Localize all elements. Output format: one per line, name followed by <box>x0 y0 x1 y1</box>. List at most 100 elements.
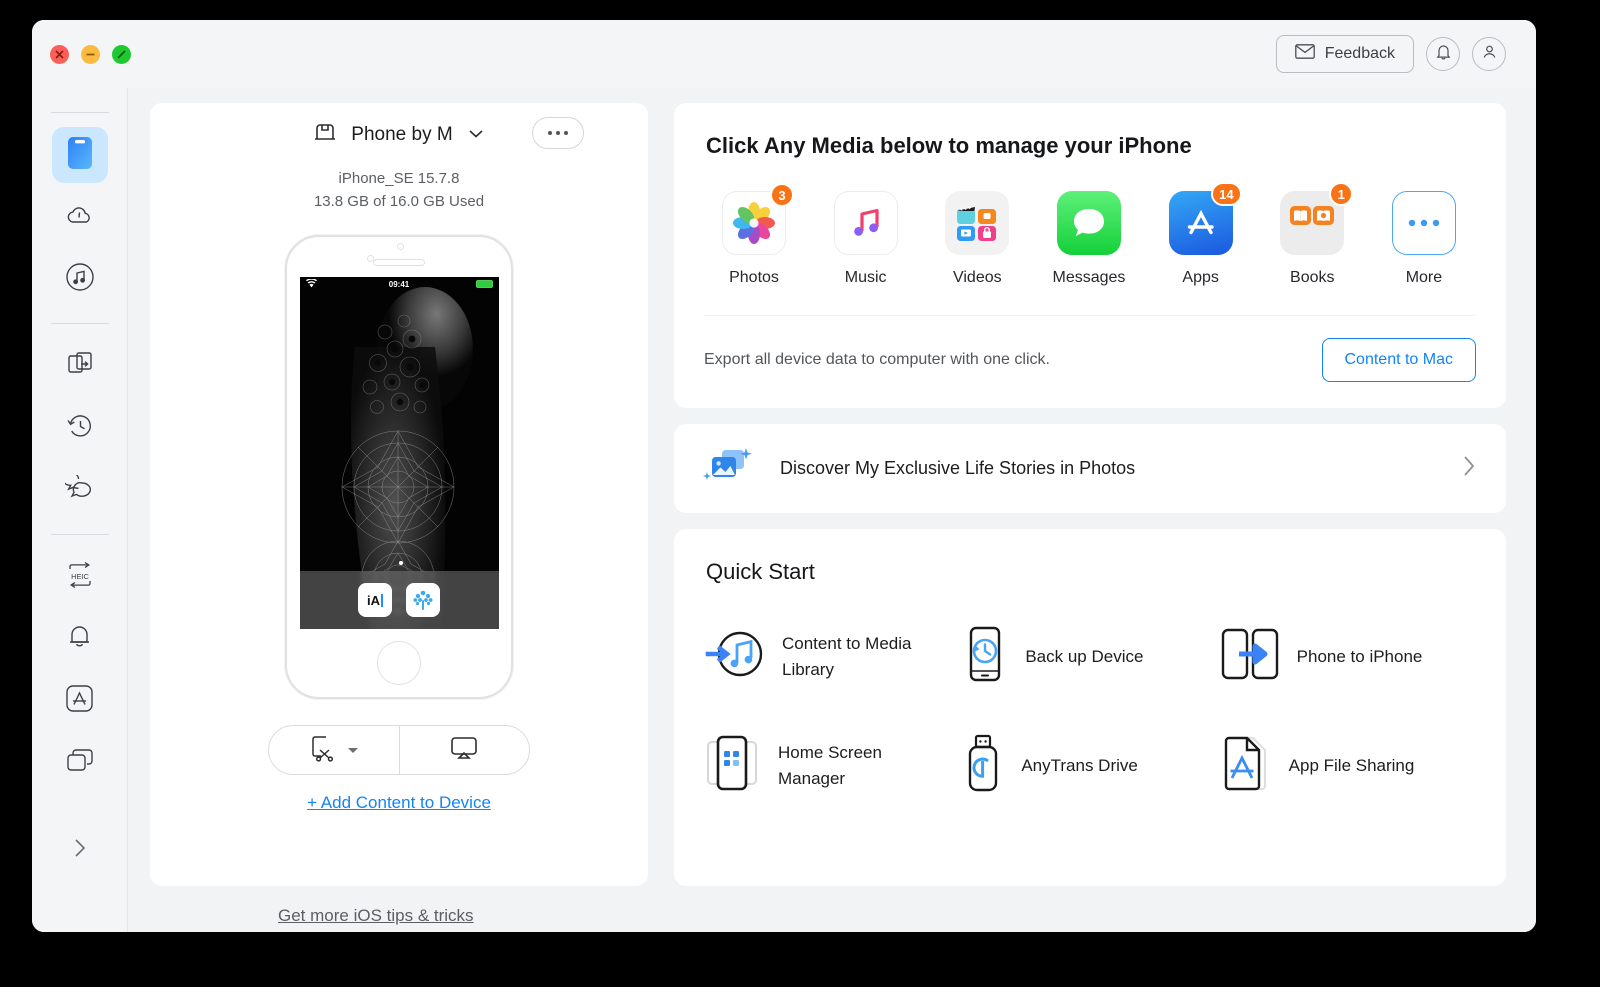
quick-item-anytrans-drive[interactable]: AnyTrans Drive <box>961 734 1218 797</box>
media-item-videos[interactable]: Videos <box>931 191 1023 287</box>
screenshot-dropdown-arrow[interactable] <box>347 741 359 759</box>
device-model: iPhone_SE 15.7.8 <box>338 170 460 187</box>
ios-tips-link[interactable]: Get more iOS tips & tricks <box>278 906 474 926</box>
device-storage: 13.8 GB of 16.0 GB Used <box>313 192 485 210</box>
maximize-button[interactable] <box>112 44 131 64</box>
quick-item-phone-to-iphone[interactable]: Phone to iPhone <box>1219 625 1476 688</box>
quick-label-back-up-device: Back up Device <box>1025 646 1144 666</box>
mail-icon <box>1294 44 1315 64</box>
close-button[interactable] <box>50 44 69 64</box>
quick-start-grid: Content to Media Library Back up Device … <box>704 625 1476 797</box>
books-icon: 1 <box>1280 182 1354 255</box>
sidebar-item-messages[interactable] <box>52 462 108 518</box>
media-label-apps: Apps <box>1182 269 1219 286</box>
traffic-lights <box>32 44 131 64</box>
media-item-music[interactable]: Music <box>820 191 912 287</box>
sidebar-item-media-downloader[interactable] <box>52 251 108 307</box>
svg-text:HEIC: HEIC <box>71 572 89 581</box>
clock-history-icon <box>65 411 95 446</box>
quick-label-phone-to-iphone: Phone to iPhone <box>1296 646 1423 666</box>
photo-sparkle-icon <box>702 446 754 491</box>
phone-dock: iA <box>299 571 499 629</box>
media-card-title: Click Any Media below to manage your iPh… <box>706 133 1192 158</box>
sidebar-expand-button[interactable] <box>58 828 102 872</box>
content-to-mac-button[interactable]: Content to Mac <box>1321 338 1476 382</box>
add-content-to-device-link[interactable]: + Add Content to Device <box>307 793 491 813</box>
device-panel: Phone by M iPhone_SE 15.7.8 13.8 GB of 1… <box>150 103 648 886</box>
main-content: Phone by M iPhone_SE 15.7.8 13.8 GB of 1… <box>128 88 1536 886</box>
quick-item-app-file-sharing[interactable]: App File Sharing <box>1219 734 1476 797</box>
dock-app-ia-writer[interactable]: iA <box>358 583 392 617</box>
media-item-more[interactable]: More <box>1378 191 1470 287</box>
device-info: iPhone_SE 15.7.8 13.8 GB of 16.0 GB Used <box>314 168 484 213</box>
dock-app-tree[interactable] <box>406 583 440 617</box>
phone-status-time: 09:41 <box>388 279 410 289</box>
device-more-button[interactable] <box>532 117 584 149</box>
anytrans-window: Feedback HEIC Phone by M iPhone_SE 15.7.… <box>32 20 1536 932</box>
screenshot-button[interactable] <box>269 726 399 774</box>
screen-mirror-icon <box>65 747 95 779</box>
app-file-sharing-icon <box>1219 734 1273 797</box>
phone-home-button <box>377 641 421 685</box>
sidebar-item-app-downloader[interactable] <box>52 673 108 729</box>
quick-item-back-up-device[interactable]: Back up Device <box>961 625 1218 688</box>
user-icon <box>1481 43 1498 65</box>
airplay-mirror-button[interactable] <box>398 726 530 774</box>
life-stories-banner[interactable]: Discover My Exclusive Life Stories in Ph… <box>674 424 1506 513</box>
quick-start-card: Quick Start Content to Media Library Bac… <box>674 529 1506 886</box>
feedback-button[interactable]: Feedback <box>1275 35 1414 73</box>
chevron-right-icon[interactable] <box>1460 451 1478 486</box>
app-store-icon <box>65 684 94 718</box>
chat-bubbles-icon <box>61 471 95 506</box>
sidebar-item-device[interactable] <box>51 127 108 183</box>
sidebar-divider-bottom <box>50 534 109 535</box>
anytrans-drive-icon <box>961 734 1005 797</box>
media-item-apps[interactable]: 14 Apps <box>1155 182 1247 287</box>
export-description: Export all device data to computer with … <box>704 351 1050 368</box>
device-selector[interactable]: Phone by M <box>313 121 484 148</box>
ellipsis-dot <box>548 131 552 135</box>
screenshot-scissors-icon <box>309 734 335 767</box>
music-icon <box>833 191 898 255</box>
messages-icon <box>1056 191 1121 255</box>
earpiece-speaker <box>373 259 425 266</box>
sidebar: HEIC <box>32 88 128 932</box>
media-label-music: Music <box>844 269 887 286</box>
notifications-button[interactable] <box>1426 37 1460 71</box>
page-indicator-dot <box>399 561 403 565</box>
sidebar-item-backup-history[interactable] <box>52 400 108 456</box>
sidebar-divider-top <box>50 112 109 113</box>
account-button[interactable] <box>1472 37 1506 71</box>
window-footer: Get more iOS tips & tricks <box>128 886 1536 932</box>
sidebar-item-screen-mirroring[interactable] <box>52 735 108 791</box>
screen-mirror-icon <box>449 736 479 765</box>
sidebar-item-ringtone-maker[interactable] <box>52 611 108 667</box>
media-item-photos[interactable]: 3 Photos <box>708 183 800 287</box>
bell-icon <box>1435 43 1452 66</box>
media-card: Click Any Media below to manage your iPh… <box>674 103 1506 408</box>
media-item-messages[interactable]: Messages <box>1043 191 1135 287</box>
minimize-button[interactable] <box>81 44 100 64</box>
device-dock-icon <box>313 121 337 148</box>
device-name: Phone by M <box>351 123 453 145</box>
media-item-books[interactable]: 1 Books <box>1266 182 1358 287</box>
cloud-icon <box>65 203 95 232</box>
videos-icon <box>945 191 1010 255</box>
phone-screen[interactable]: 09:41 iA <box>299 277 499 629</box>
sidebar-item-cloud[interactable] <box>52 189 108 245</box>
music-circle-icon <box>65 262 95 297</box>
phone-mockup: 09:41 iA <box>285 235 513 699</box>
media-label-more: More <box>1405 269 1443 286</box>
sidebar-divider-mid <box>50 323 109 324</box>
media-items: 3 Photos Music Videos Messages 14 Apps 1… <box>704 182 1476 287</box>
front-camera-icon <box>397 243 404 250</box>
media-label-messages: Messages <box>1052 269 1126 286</box>
apps-badge: 14 <box>1211 182 1242 206</box>
media-label-books: Books <box>1290 269 1335 286</box>
sidebar-item-heic-converter[interactable]: HEIC <box>52 549 108 605</box>
books-badge: 1 <box>1329 182 1354 206</box>
quick-item-content-to-media-library[interactable]: Content to Media Library <box>704 625 961 688</box>
backup-device-icon <box>961 625 1009 688</box>
quick-item-home-screen-manager[interactable]: Home Screen Manager <box>704 734 961 797</box>
sidebar-item-migrate[interactable] <box>52 338 108 394</box>
